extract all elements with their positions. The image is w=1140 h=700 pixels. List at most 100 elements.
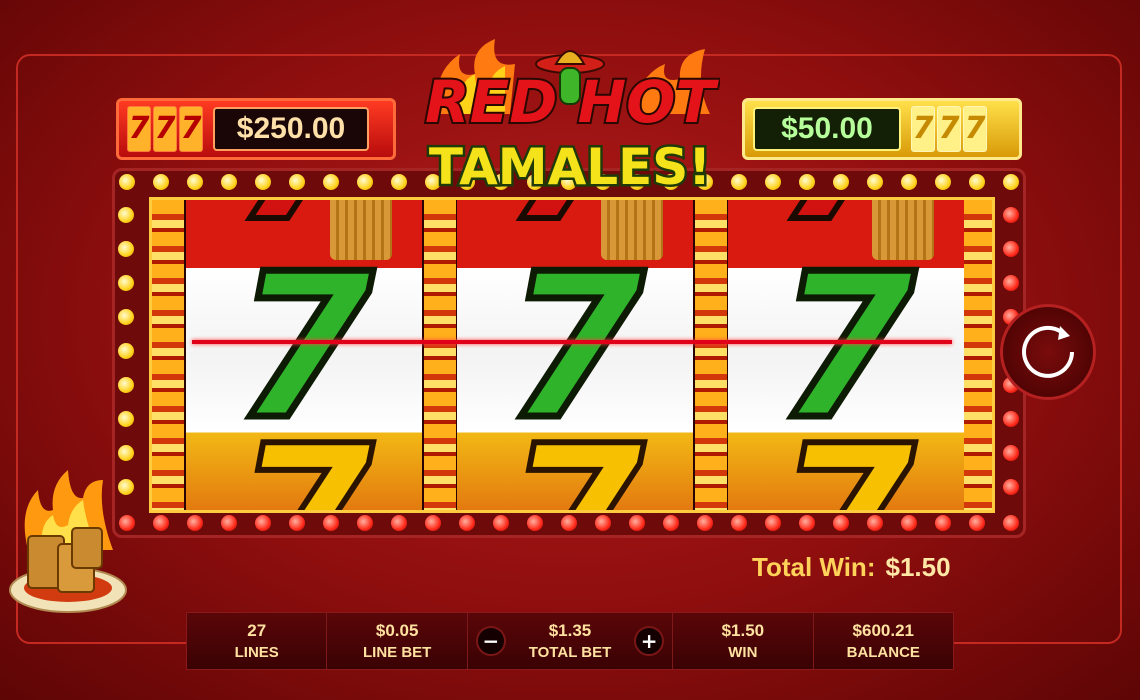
marquee-bulb [1003,445,1019,461]
mini-seven-icon: 7 [911,106,935,152]
bet-control-bar: 27 LINES $0.05 LINE BET − $1.35 TOTAL BE… [186,612,954,670]
marquee-bulb [1003,411,1019,427]
jackpot-panel-gold: $50.00 7 7 7 [742,98,1022,160]
marquee-bulb [221,515,237,531]
lines-display[interactable]: 27 LINES [187,613,328,669]
marquee-bulb [1003,207,1019,223]
reel-divider [152,200,184,510]
marquee-bulb [289,515,305,531]
reel-1-bottom-symbol: 7 [186,417,422,511]
jackpot-red-sevens: 7 7 7 [127,106,203,152]
marquee-bulb [765,515,781,531]
game-logo: RED HOT TAMALES! [423,39,720,199]
marquee-bulb [1003,174,1019,190]
marquee-bulb [118,445,134,461]
marquee-bulb [901,515,917,531]
line-bet-value: $0.05 [375,621,419,640]
marquee-bulb [867,515,883,531]
marquee-bulb [255,515,271,531]
reel-2: 7 7 7 [457,200,693,510]
marquee-bulb [289,174,305,190]
marquee-bulb [153,174,169,190]
reel-window: 7 7 7 7 7 7 7 7 7 [149,197,995,513]
spin-refresh-icon [1022,325,1074,378]
marquee-bulb [255,174,271,190]
jackpot-gold-value: $50.00 [753,107,901,151]
marquee-bulb [459,515,475,531]
marquee-bulb [833,515,849,531]
marquee-bulb [799,515,815,531]
marquee-bulb [153,515,169,531]
line-bet-label: LINE BET [362,644,432,661]
marquee-bulb [935,174,951,190]
marquee-bulb [969,174,985,190]
spin-button[interactable] [1000,304,1096,400]
marquee-bulb [833,174,849,190]
marquee-bulb [935,515,951,531]
marquee-bulb [765,174,781,190]
total-win: Total Win: $1.50 [752,552,951,583]
jackpot-red-value: $250.00 [213,107,369,151]
total-bet-label: TOTAL BET [528,644,612,661]
marquee-bulb [357,515,373,531]
lines-label: LINES [234,644,279,661]
total-bet-value: $1.35 [548,621,592,640]
marquee-bulb [561,515,577,531]
marquee-bulb [731,174,747,190]
jackpot-gold-sevens: 7 7 7 [911,106,987,152]
marquee-bulb [118,343,134,359]
marquee-bulb [118,275,134,291]
marquee-bulb [187,515,203,531]
marquee-bulb [425,515,441,531]
marquee-bulb [901,174,917,190]
lines-value: 27 [247,621,267,640]
marquee-bulb [697,515,713,531]
marquee-bulb [118,411,134,427]
marquee-bulb [357,174,373,190]
reel-1: 7 7 7 [186,200,422,510]
logo-line-2: TAMALES! [429,138,711,196]
reel-divider [424,200,456,510]
marquee-bulb [323,174,339,190]
marquee-bulb [527,515,543,531]
increase-bet-button[interactable]: + [634,626,665,656]
marquee-bulb [1003,515,1019,531]
marquee-bulb [731,515,747,531]
mini-seven-icon: 7 [153,106,177,152]
marquee-bulb [867,174,883,190]
mini-seven-icon: 7 [937,106,961,152]
line-bet-display[interactable]: $0.05 LINE BET [327,613,468,669]
balance-value: $600.21 [852,621,914,640]
marquee-bulb [969,515,985,531]
marquee-bulb [391,174,407,190]
mini-seven-icon: 7 [963,106,987,152]
reel-2-bottom-symbol: 7 [457,417,693,511]
marquee-bulb [1003,479,1019,495]
marquee-bulb [391,515,407,531]
marquee-bulb [1003,241,1019,257]
total-win-value: $1.50 [885,552,951,582]
reel-marquee: 7 7 7 7 7 7 7 7 7 [112,168,1026,538]
marquee-bulb [595,515,611,531]
reel-divider [964,200,992,510]
decrease-bet-button[interactable]: − [475,626,506,656]
marquee-bulb [323,515,339,531]
marquee-bulb [1003,275,1019,291]
marquee-bulb [118,377,134,393]
payline [192,340,952,344]
reel-3-bottom-symbol: 7 [728,417,964,511]
total-bet-control: − $1.35 TOTAL BET + [468,613,674,669]
tamale-plate-icon [9,470,127,613]
marquee-bulb [119,174,135,190]
total-win-label: Total Win: [752,552,876,582]
marquee-bulb [799,174,815,190]
marquee-bulb [118,309,134,325]
win-display: $1.50 WIN [673,613,814,669]
marquee-bulb [118,241,134,257]
marquee-bulb [629,515,645,531]
balance-label: BALANCE [846,644,920,661]
marquee-bulb [221,174,237,190]
mini-seven-icon: 7 [179,106,203,152]
marquee-bulb [663,515,679,531]
mini-seven-icon: 7 [127,106,151,152]
